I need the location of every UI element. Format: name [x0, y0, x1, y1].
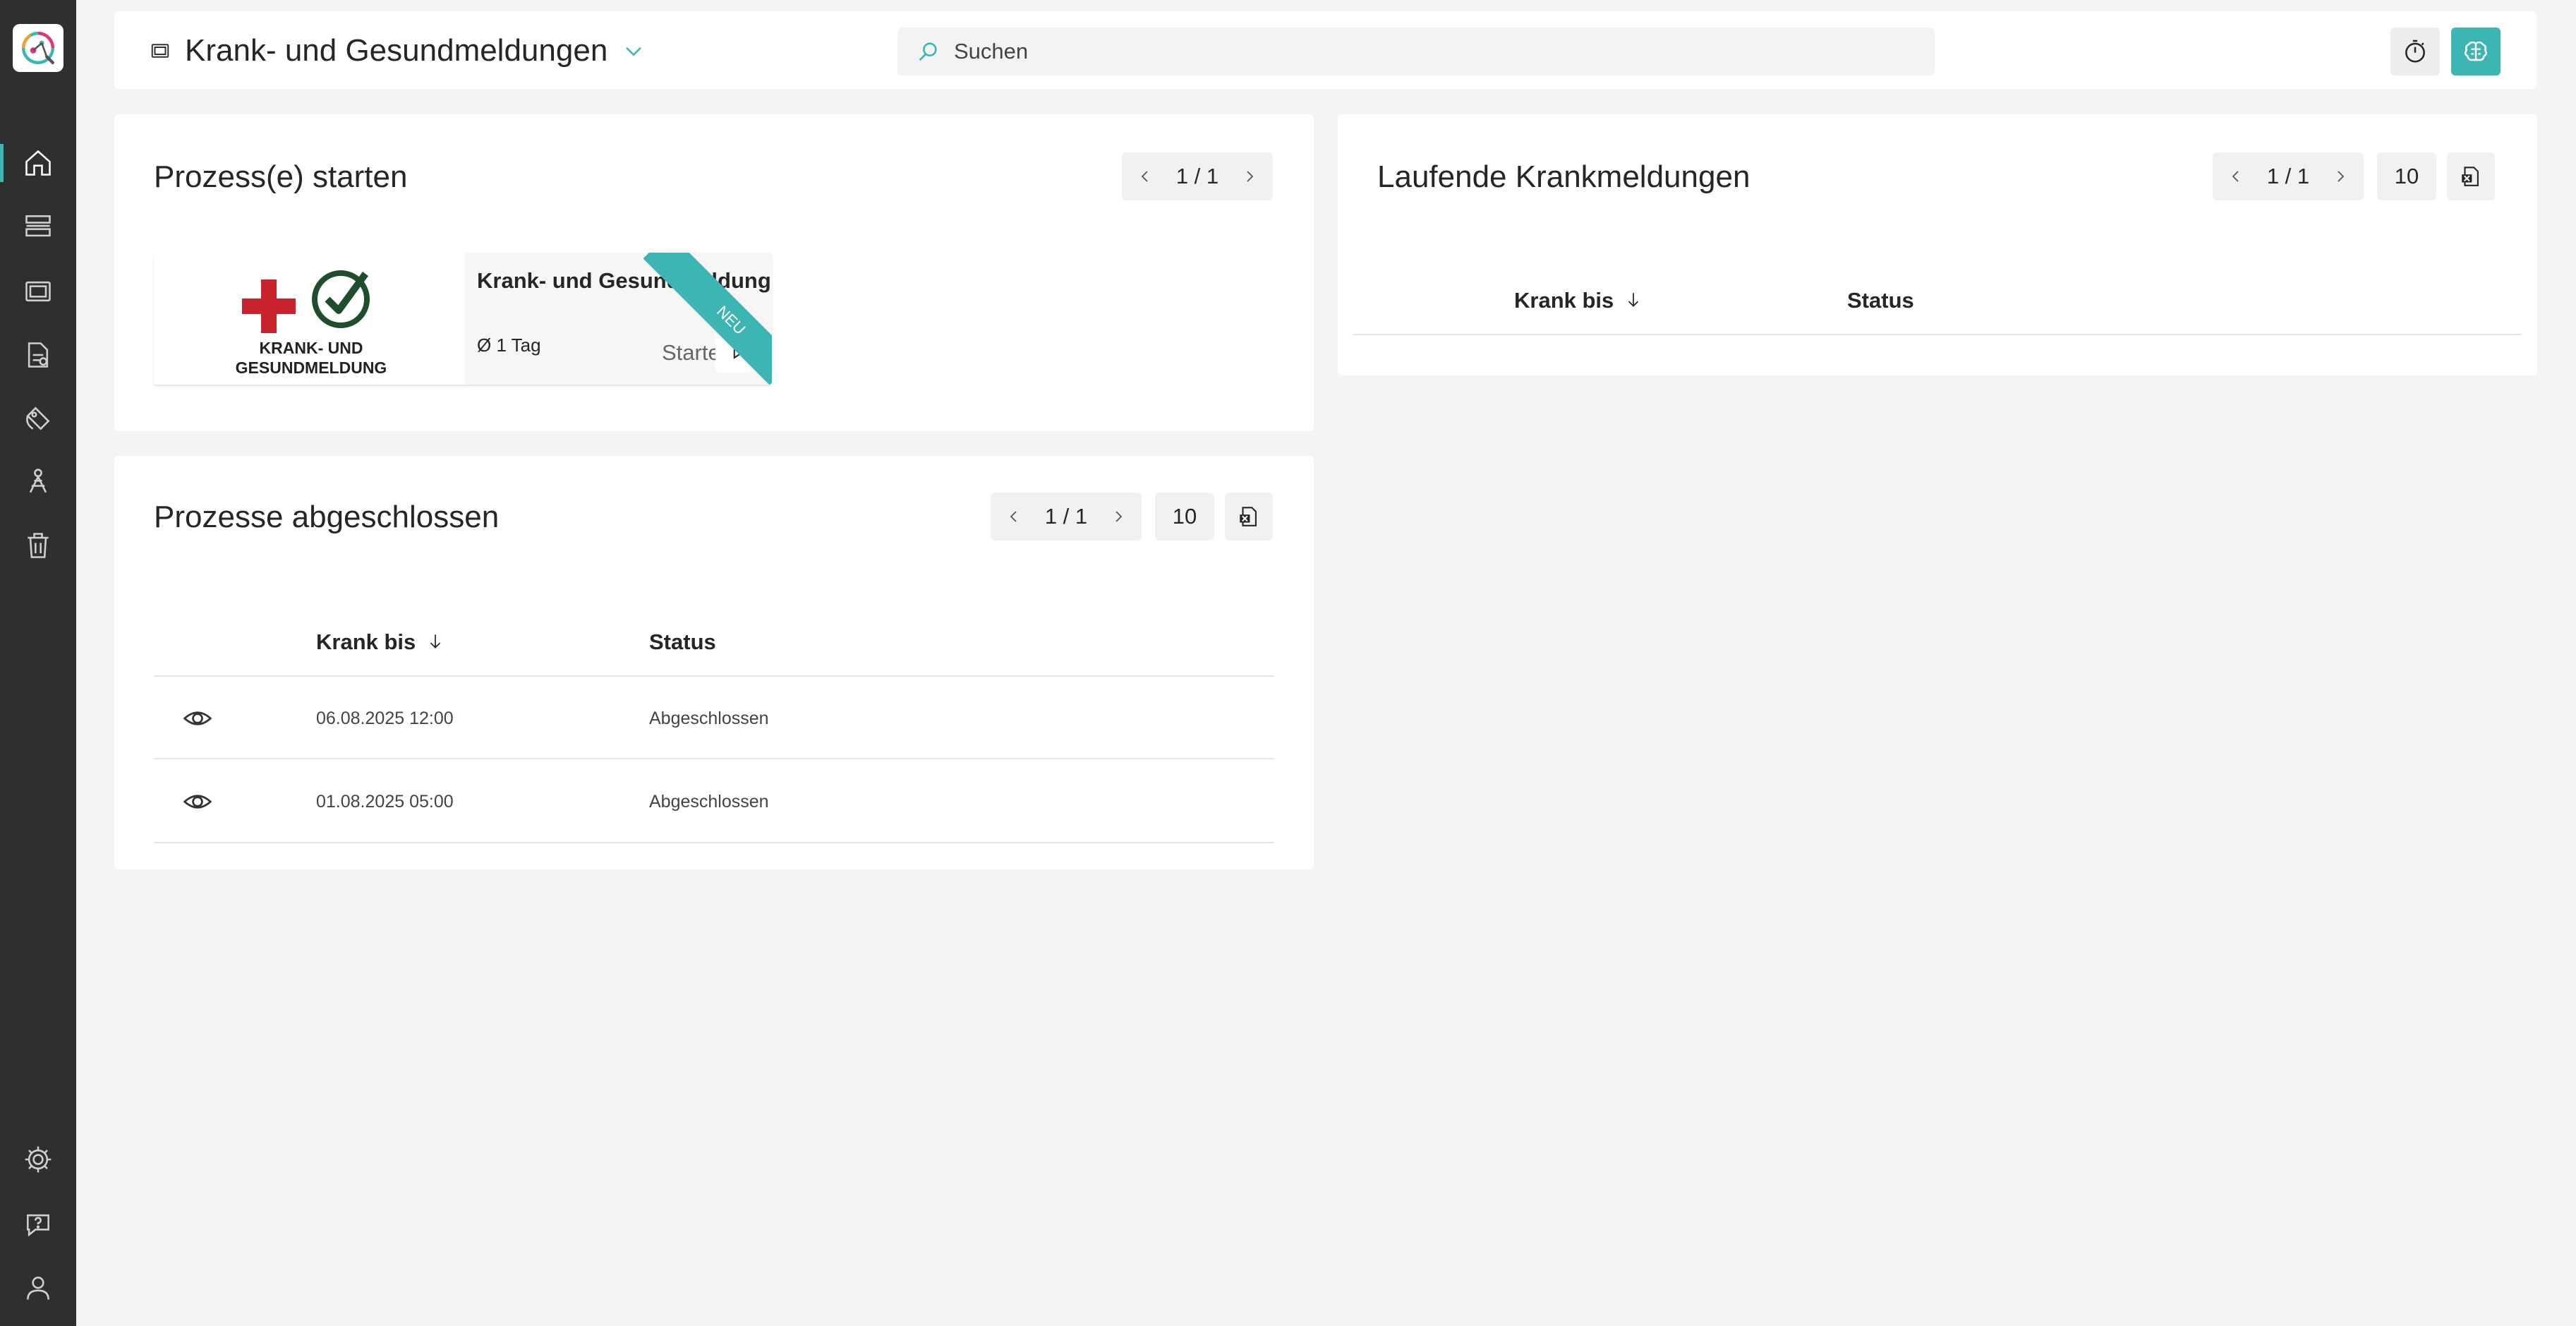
logo-text-line-2: GESUNDMELDUNG: [236, 358, 387, 377]
sidebar-item-trash[interactable]: [0, 521, 76, 570]
row-date: 01.08.2025 05:00: [316, 792, 454, 812]
media-icon: [25, 281, 51, 302]
pager-next-button[interactable]: [1108, 506, 1129, 527]
chevron-right-icon: [1115, 511, 1123, 522]
start-processes-pager: 1 / 1: [1122, 152, 1273, 200]
pager-prev-button[interactable]: [1003, 506, 1024, 527]
trash-icon: [28, 533, 49, 558]
top-bar: Krank- und Gesundmeldungen: [114, 11, 2536, 89]
excel-export-icon: [1240, 507, 1257, 526]
view-eye-icon[interactable]: [182, 786, 213, 817]
brain-icon: [2465, 41, 2487, 61]
row-date: 06.08.2025 12:00: [316, 709, 454, 728]
process-list-icon: [25, 215, 51, 237]
excel-export-icon: [2462, 167, 2479, 186]
search-input[interactable]: [954, 39, 1871, 64]
sidebar-item-processes[interactable]: [0, 202, 76, 251]
sidebar-item-settings[interactable]: [0, 1135, 76, 1184]
sidebar-item-profile[interactable]: [0, 1263, 76, 1313]
running-sick-notes-card: Laufende Krankmeldungen 1 / 1 10 Krank b…: [1338, 114, 2537, 375]
row-status: Abgeschlossen: [649, 792, 769, 812]
sidebar-item-documents[interactable]: [0, 330, 76, 380]
start-processes-title: Prozess(e) starten: [154, 159, 408, 194]
process-image: KRANK- UND GESUNDMELDUNG: [154, 253, 464, 385]
page-size-select[interactable]: 10: [1155, 493, 1214, 541]
row-divider: [154, 758, 1274, 759]
completed-processes-title: Prozesse abgeschlossen: [154, 500, 500, 534]
tag-icon: [26, 406, 50, 430]
logo-text-line-1: KRANK- UND: [260, 339, 363, 357]
sidebar: [0, 0, 76, 1326]
sidebar-item-help[interactable]: [0, 1200, 76, 1249]
home-icon: [25, 150, 51, 176]
user-icon: [27, 1277, 49, 1300]
column-header-status[interactable]: Status: [1847, 288, 1914, 313]
search-bar: [897, 28, 1935, 76]
document-icon: [28, 342, 49, 368]
column-header-status[interactable]: Status: [649, 629, 716, 655]
pager-label: 1 / 1: [2266, 164, 2310, 188]
stopwatch-icon: [2405, 40, 2425, 63]
chevron-right-icon: [1247, 171, 1254, 182]
chevron-down-icon: [626, 47, 642, 56]
window-icon: [151, 44, 169, 58]
column-header-label: Krank bis: [1514, 288, 1614, 313]
sidebar-item-media[interactable]: [0, 267, 76, 316]
pager-label: 1 / 1: [1044, 504, 1088, 529]
sidebar-item-tags[interactable]: [0, 394, 76, 443]
new-badge: NEU: [638, 253, 772, 385]
sick-note-logo: KRANK- UND GESUNDMELDUNG: [236, 270, 387, 377]
table-header-divider: [154, 675, 1274, 677]
table-header-divider: [1353, 334, 2522, 335]
pager-next-button[interactable]: [2330, 166, 2351, 187]
sidebar-item-network[interactable]: [0, 457, 76, 507]
column-header-krank-bis[interactable]: Krank bis: [316, 629, 445, 655]
chevron-right-icon: [2338, 171, 2345, 182]
row-status: Abgeschlossen: [649, 709, 769, 728]
chevron-left-icon: [1010, 511, 1017, 522]
page-title-dropdown[interactable]: Krank- und Gesundmeldungen: [150, 31, 646, 71]
help-chat-icon: [27, 1214, 49, 1237]
completed-processes-card: Prozesse abgeschlossen 1 / 1 10 Krank bi…: [114, 456, 1314, 869]
page-size-select[interactable]: 10: [2377, 152, 2436, 200]
running-sick-notes-title: Laufende Krankmeldungen: [1377, 159, 1750, 194]
search-icon: [919, 42, 937, 61]
ai-assistant-button[interactable]: [2451, 28, 2501, 76]
app-logo[interactable]: [13, 24, 64, 72]
pager-prev-button[interactable]: [2225, 166, 2247, 187]
column-header-label: Krank bis: [316, 629, 416, 654]
pager-prev-button[interactable]: [1135, 166, 1156, 187]
excel-export-button[interactable]: [1225, 493, 1273, 541]
chevron-left-icon: [2232, 171, 2239, 182]
pager-next-button[interactable]: [1239, 166, 1260, 187]
column-header-krank-bis[interactable]: Krank bis: [1514, 288, 1643, 313]
view-eye-icon[interactable]: [182, 703, 213, 734]
new-badge-label: NEU: [643, 253, 772, 385]
sidebar-item-home[interactable]: [0, 138, 76, 188]
start-processes-card: Prozess(e) starten 1 / 1 KRANK- UND GESU…: [114, 114, 1314, 431]
sort-down-icon: [1628, 293, 1639, 307]
gear-icon: [25, 1146, 52, 1173]
row-divider: [154, 842, 1274, 843]
timer-button[interactable]: [2390, 28, 2440, 76]
app-logo-icon: [22, 32, 54, 64]
network-icon: [29, 469, 47, 493]
page-title: Krank- und Gesundmeldungen: [185, 33, 608, 68]
process-tile[interactable]: KRANK- UND GESUNDMELDUNG Krank- und Gesu…: [154, 253, 772, 385]
chevron-left-icon: [1141, 171, 1148, 182]
sort-down-icon: [430, 634, 441, 649]
excel-export-button[interactable]: [2447, 152, 2495, 200]
process-duration: Ø 1 Tag: [477, 334, 541, 356]
running-pager: 1 / 1: [2213, 152, 2364, 200]
completed-pager: 1 / 1: [991, 493, 1142, 541]
pager-label: 1 / 1: [1175, 164, 1219, 188]
